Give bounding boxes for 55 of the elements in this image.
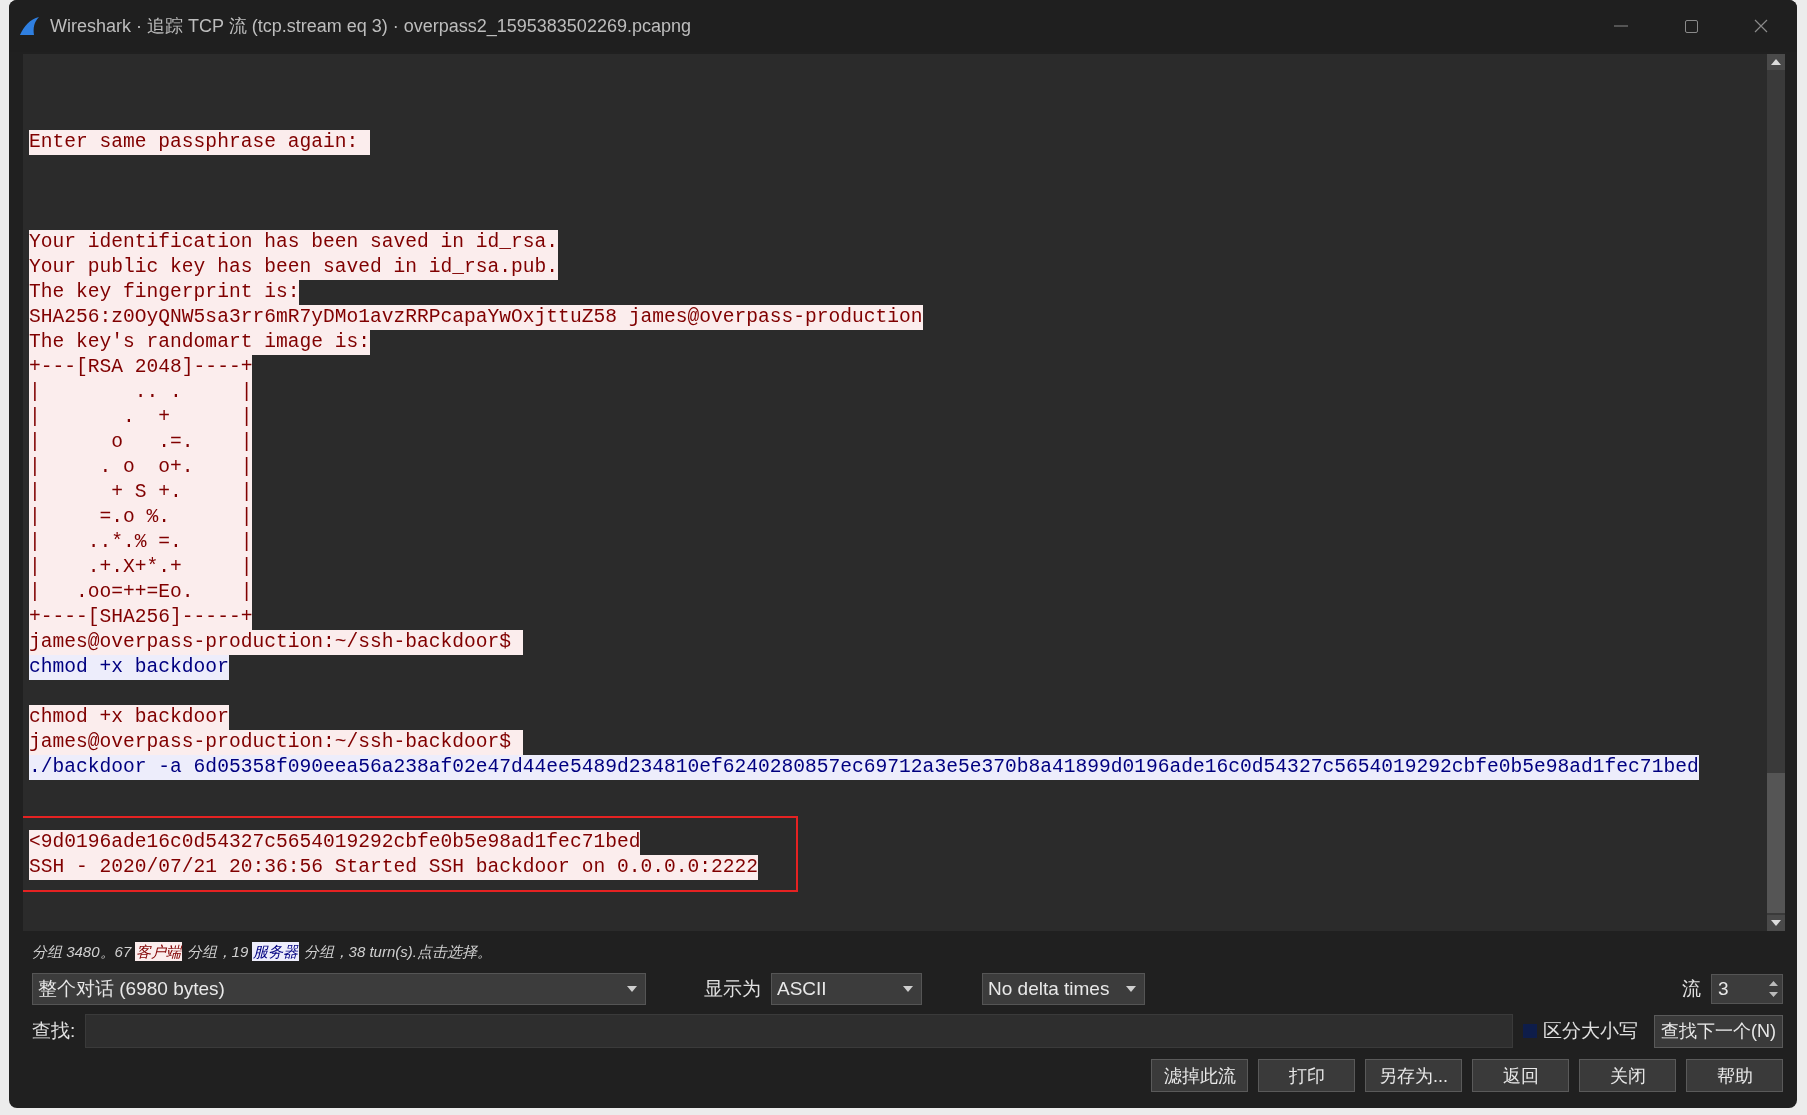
stream-text: SSH - 2020/07/21 20:36:56 Started SSH backdoor on 0.0.0.0:2222 (29, 855, 758, 880)
stream-text: | .. . | (29, 380, 253, 405)
find-label: 查找: (32, 1019, 76, 1043)
caret-icon (627, 986, 637, 992)
case-checkbox[interactable] (1523, 1024, 1537, 1038)
scroll-down-icon[interactable] (1767, 915, 1785, 931)
close-icon (1754, 19, 1768, 33)
dialog-button[interactable]: 关闭 (1579, 1059, 1676, 1092)
stream-text: The key fingerprint is: (29, 280, 300, 305)
dialog-button[interactable]: 帮助 (1686, 1059, 1783, 1092)
stream-text: +---[RSA 2048]----+ (29, 355, 253, 380)
spin-arrows-icon[interactable] (1769, 979, 1778, 999)
find-field[interactable] (85, 1014, 1513, 1048)
stream-text: | ..*.% =. | (29, 530, 253, 555)
stream-text: | o .=. | (29, 430, 253, 455)
minimize-icon (1614, 25, 1628, 27)
find-next-button[interactable]: 查找下一个(N) (1654, 1014, 1783, 1048)
stream-text: Your identification has been saved in id_rsa. (29, 230, 559, 255)
conversation-dropdown[interactable]: 整个对话 (6980 bytes) (32, 973, 646, 1005)
scroll-thumb[interactable] (1767, 773, 1785, 913)
status-text: 分组 3480。67 客户端 分组，19 服务器 分组，38 turn(s).点击选择。 (31, 941, 493, 963)
stream-text: james@overpass-production:~/ssh-backdoor$ (29, 630, 523, 655)
scroll-up-icon[interactable] (1767, 54, 1785, 70)
dialog-button[interactable]: 另存为... (1365, 1059, 1462, 1092)
delta-dropdown[interactable]: No delta times (982, 973, 1145, 1005)
scrollbar[interactable] (1767, 54, 1785, 931)
caret-icon (1126, 986, 1136, 992)
dialog-button[interactable]: 返回 (1472, 1059, 1569, 1092)
stream-label: 流 (1682, 977, 1701, 1001)
show-as-dropdown[interactable]: ASCII (771, 973, 922, 1005)
stream-text: | .oo=++=Eo. | (29, 580, 253, 605)
maximize-icon (1684, 19, 1698, 33)
stream-text: +----[SHA256]-----+ (29, 605, 253, 630)
stream-text: | =.o %. | (29, 505, 253, 530)
shark-fin-icon (18, 16, 40, 36)
stream-text: The key's randomart image is: (29, 330, 370, 355)
show-as-label: 显示为 (704, 977, 761, 1001)
window-title: Wireshark · 追踪 TCP 流 (tcp.stream eq 3) · overpass2_1595383502269.pcapng (50, 15, 692, 38)
dialog-button[interactable]: 打印 (1258, 1059, 1355, 1092)
stream-text: | . + | (29, 405, 253, 430)
stream-text: chmod +x backdoor (29, 655, 229, 680)
stream-text: Enter same passphrase again: (29, 130, 370, 155)
stream-text: SHA256:z0OyQNW5sa3rr6mR7yDMo1avzRRPcapaYwOxjttuZ58 james@overpass-production (29, 305, 923, 330)
caret-icon (903, 986, 913, 992)
stream-spinbox[interactable]: 3 (1711, 974, 1783, 1004)
stream-text: james@overpass-production:~/ssh-backdoor$ (29, 730, 523, 755)
stream-text: | . o o+. | (29, 455, 253, 480)
stream-text: | + S +. | (29, 480, 253, 505)
case-sensitive-label: 区分大小写 (1543, 1019, 1638, 1043)
stream-text: Your public key has been saved in id_rsa.pub. (29, 255, 559, 280)
stream-text: ./backdoor -a 6d05358f090eea56a238af02e47d44ee5489d234810ef6240280857ec69712a3e5e370b8a41899d0196ade16c0d54327c5654019292cbfe0b5e98ad1fec71bed (29, 755, 1699, 780)
stream-text: chmod +x backdoor (29, 705, 229, 730)
stream-text: | .+.X+*.+ | (29, 555, 253, 580)
stream-text: <9d0196ade16c0d54327c5654019292cbfe0b5e98ad1fec71bed (29, 830, 641, 855)
dialog-button[interactable]: 滤掉此流 (1151, 1059, 1248, 1092)
